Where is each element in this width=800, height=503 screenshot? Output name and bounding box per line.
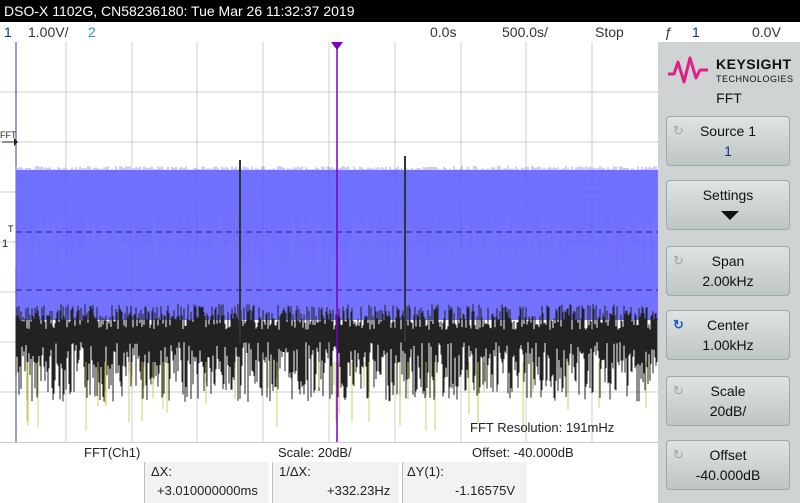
- submenu-arrow-icon: [721, 211, 739, 220]
- logo-text: KEYSIGHT: [716, 56, 792, 72]
- fft-graticule: [0, 42, 658, 442]
- ch1-ground-marker: 1: [2, 238, 9, 250]
- dx-value: +3.010000000ms: [157, 483, 258, 498]
- offset-label: Offset: [709, 447, 747, 463]
- cursor-readout: ΔX: +3.010000000ms 1/ΔX: +332.23Hz ΔY(1)…: [0, 462, 658, 503]
- scale-value: 20dB/: [709, 403, 747, 419]
- dy-value: -1.16575V: [455, 483, 515, 498]
- ch1-number[interactable]: 1: [4, 22, 12, 42]
- trigger-channel[interactable]: 1: [692, 22, 700, 42]
- fft-marker: FFT: [0, 130, 17, 140]
- span-value: 2.00kHz: [702, 273, 754, 289]
- dx-label: ΔX:: [151, 464, 172, 479]
- inv-dx-value: +332.23Hz: [327, 483, 391, 498]
- source-softkey[interactable]: ↻ Source 1 1: [666, 116, 790, 166]
- offset-softkey[interactable]: ↻ Offset -40.000dB: [666, 440, 790, 490]
- offset-value: -40.000dB: [695, 467, 761, 483]
- trigger-level[interactable]: 0.0V: [752, 22, 781, 42]
- run-state[interactable]: Stop: [595, 22, 624, 42]
- window-title: DSO-X 1102G, CN58236180: Tue Mar 26 11:3…: [0, 0, 800, 22]
- ch1-scale[interactable]: 1.00V/: [28, 22, 68, 42]
- scale-softkey[interactable]: ↻ Scale 20dB/: [666, 376, 790, 426]
- dx-cell: ΔX: +3.010000000ms: [144, 462, 269, 503]
- keysight-wave-icon: [668, 56, 708, 84]
- trigger-edge-icon: ƒ: [664, 24, 672, 40]
- ch2-number[interactable]: 2: [88, 22, 96, 42]
- dy-cell: ΔY(1): -1.16575V: [402, 462, 527, 503]
- keysight-logo: KEYSIGHT TECHNOLOGIES: [666, 52, 796, 86]
- source-value: 1: [724, 143, 732, 159]
- menu-title: FFT: [716, 90, 742, 106]
- time-delay[interactable]: 0.0s: [430, 22, 456, 42]
- status-bar: 1 1.00V/ 2 0.0s 500.0s/ Stop ƒ 1 0.0V: [0, 22, 800, 42]
- fft-resolution: FFT Resolution: 191mHz: [470, 420, 615, 435]
- center-label: Center: [706, 317, 750, 333]
- settings-label: Settings: [702, 187, 754, 203]
- scale-label: Scale: [710, 383, 746, 399]
- trigger-level-marker: T: [8, 224, 14, 234]
- dy-label: ΔY(1):: [407, 464, 444, 479]
- fft-source-label: FFT(Ch1): [84, 445, 141, 460]
- softkey-panel: KEYSIGHT TECHNOLOGIES FFT ↻ Source 1 1 S…: [658, 42, 800, 503]
- source-label: Source 1: [699, 123, 757, 139]
- logo-subtext: TECHNOLOGIES: [716, 74, 794, 84]
- inv-dx-cell: 1/ΔX: +332.23Hz: [272, 462, 399, 503]
- span-softkey[interactable]: ↻ Span 2.00kHz: [666, 246, 790, 296]
- fft-offset-label: Offset: -40.000dB: [472, 445, 574, 460]
- span-label: Span: [711, 253, 745, 269]
- center-softkey[interactable]: ↻ Center 1.00kHz: [666, 310, 790, 360]
- center-value: 1.00kHz: [702, 337, 754, 353]
- fft-info-bar: FFT(Ch1) Scale: 20dB/ Offset: -40.000dB: [0, 442, 658, 463]
- waveform-display[interactable]: FFT T 1: [0, 42, 658, 442]
- time-scale[interactable]: 500.0s/: [502, 22, 548, 42]
- settings-softkey[interactable]: Settings: [666, 180, 790, 230]
- inv-dx-label: 1/ΔX:: [279, 464, 311, 479]
- fft-scale-label: Scale: 20dB/: [278, 445, 352, 460]
